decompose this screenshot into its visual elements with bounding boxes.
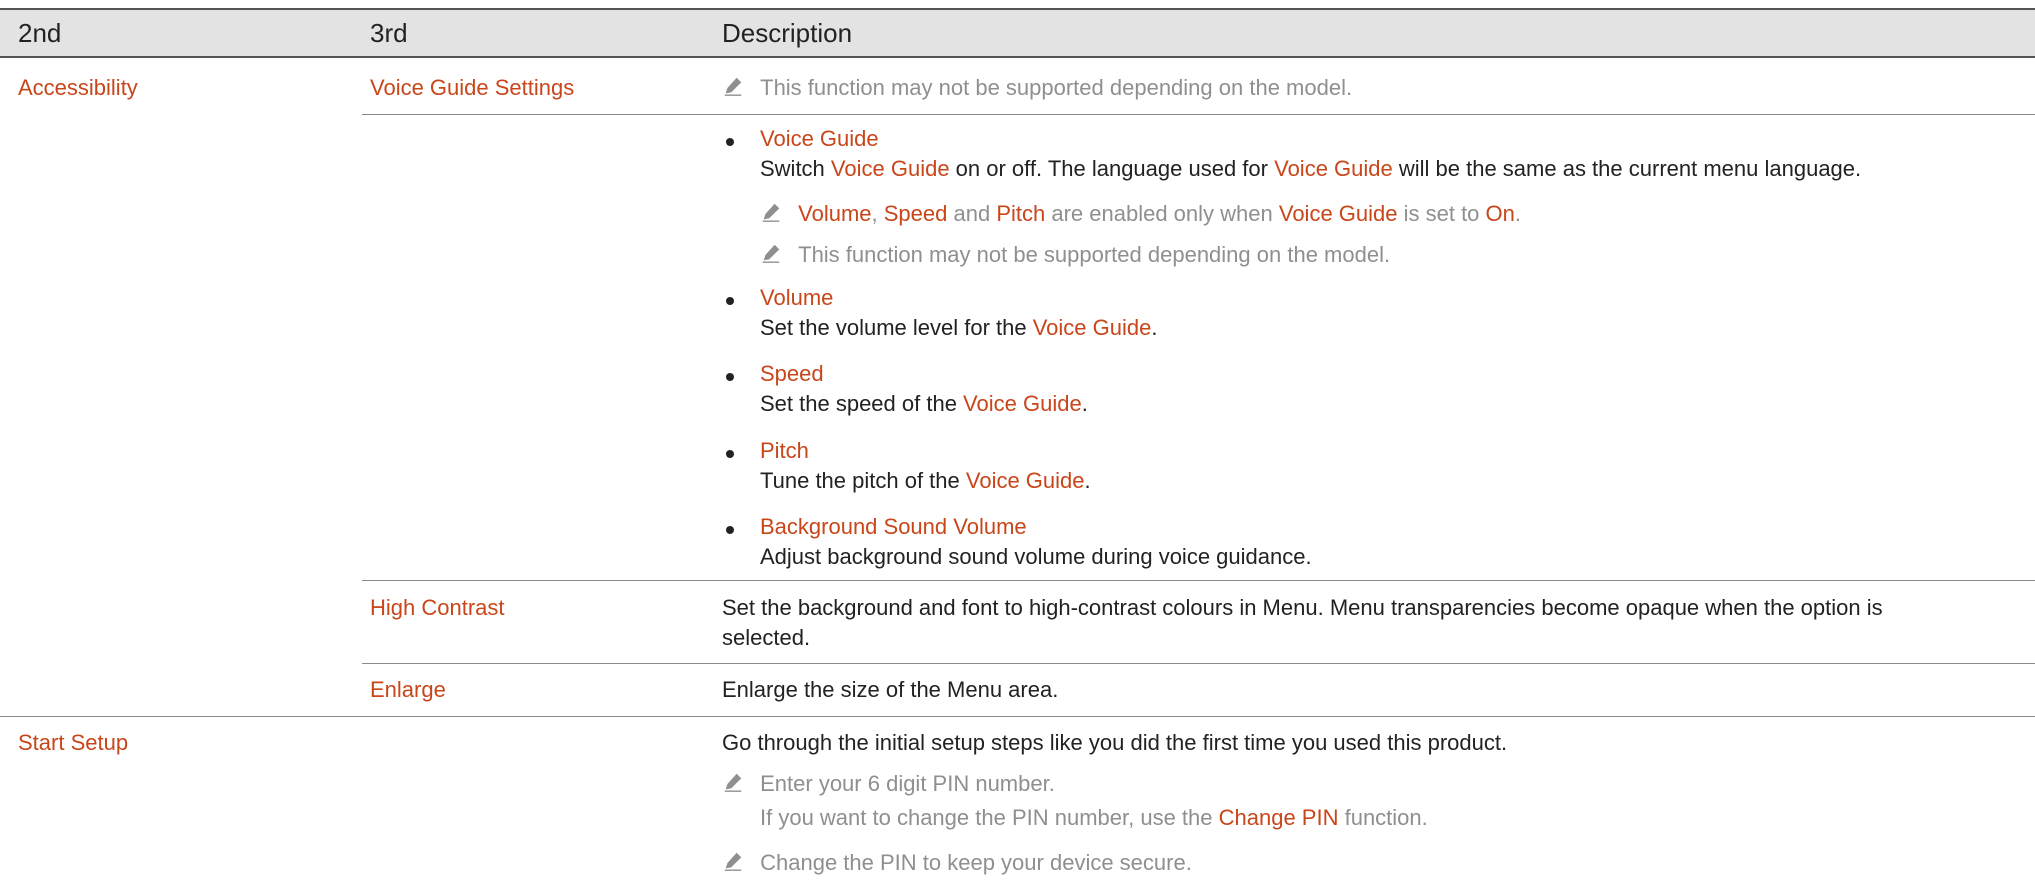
text: Tune the pitch of the [760,468,966,493]
volume-title: Volume [760,285,834,310]
voice-guide-note-1: Volume, Speed and Pitch are enabled only… [760,200,1521,228]
bullet [726,297,734,305]
bullet [726,450,734,458]
speed-title: Speed [760,361,824,386]
text: are enabled only when [1045,201,1279,226]
text: If you want to change the PIN number, us… [760,805,1219,830]
speed-desc: Set the speed of the Voice Guide. [760,390,1088,418]
text: . [1081,391,1088,416]
high-contrast-desc-line2: selected. [722,625,811,650]
header-3rd: 3rd [370,18,408,48]
start-setup-note-1-line2: If you want to change the PIN number, us… [760,804,1428,832]
text: . [1514,201,1522,226]
background-sound-volume-title: Background Sound Volume [760,514,1027,539]
high-contrast-label: High Contrast [370,595,505,620]
text: , [871,201,884,226]
pin-note: Enter your 6 digit PIN number. [760,771,1055,796]
text: . [1151,315,1158,340]
pencil-note-icon [724,773,742,792]
voice-guide-link: Voice Guide [963,391,1082,416]
note-row: This function may not be supported depen… [722,74,1352,102]
voice-guide-settings-label: Voice Guide Settings [370,75,575,100]
bullet [726,526,734,534]
speed-link: Speed [883,201,948,226]
settings-table: 2nd 3rd Description Accessibility Voice … [0,0,2035,885]
row-divider [0,716,2035,717]
row-divider [362,114,2035,115]
header-description: Description [722,18,853,48]
start-setup-note-2: Change the PIN to keep your device secur… [722,849,1192,877]
row-divider [362,580,2035,581]
text: will be the same as the current menu lan… [1392,156,1862,181]
text: Set the speed of the [760,391,964,416]
change-pin-link: Change PIN [1218,805,1339,830]
on-link: On [1485,201,1515,226]
bullet [726,373,734,381]
pin-secure-note: Change the PIN to keep your device secur… [760,850,1192,875]
model-support-note: This function may not be supported depen… [760,75,1353,100]
start-setup-desc: Go through the initial setup steps like … [722,730,1508,755]
accessibility-label: Accessibility [18,75,138,100]
high-contrast-desc-line1: Set the background and font to high-cont… [722,595,1883,620]
text: . [1084,468,1091,493]
start-setup-note-1: Enter your 6 digit PIN number. [722,770,1055,798]
voice-guide-title: Voice Guide [760,126,879,151]
voice-guide-link: Voice Guide [1278,201,1398,226]
text: Set the volume level for the [760,315,1033,340]
volume-link: Volume [798,201,872,226]
row-divider [362,663,2035,664]
start-setup-label: Start Setup [18,730,129,755]
enlarge-desc: Enlarge the size of the Menu area. [722,677,1059,702]
pencil-note-icon [762,244,780,263]
voice-guide-note-2: This function may not be supported depen… [760,241,1390,269]
pitch-link: Pitch [996,201,1046,226]
volume-desc: Set the volume level for the Voice Guide… [760,314,1157,342]
voice-guide-link: Voice Guide [830,156,950,181]
pencil-note-icon [724,77,742,96]
text: is set to [1397,201,1486,226]
voice-guide-link: Voice Guide [1274,156,1393,181]
pitch-desc: Tune the pitch of the Voice Guide. [760,467,1091,495]
header-2nd: 2nd [18,18,62,48]
model-support-note: This function may not be supported depen… [798,242,1391,267]
text: Switch [760,156,831,181]
pencil-note-icon [724,852,742,871]
voice-guide-link: Voice Guide [1032,315,1152,340]
text: on or off. The language used for [949,156,1275,181]
table-header [0,8,2035,58]
pencil-note-icon [762,203,780,222]
bullet [726,138,734,146]
background-sound-volume-desc: Adjust background sound volume during vo… [760,544,1312,569]
pitch-title: Pitch [760,438,809,463]
voice-guide-link: Voice Guide [965,468,1085,493]
text: and [947,201,997,226]
voice-guide-desc: Switch Voice Guide on or off. The langua… [760,155,1861,183]
text: function. [1338,805,1428,830]
enlarge-label: Enlarge [370,677,446,702]
